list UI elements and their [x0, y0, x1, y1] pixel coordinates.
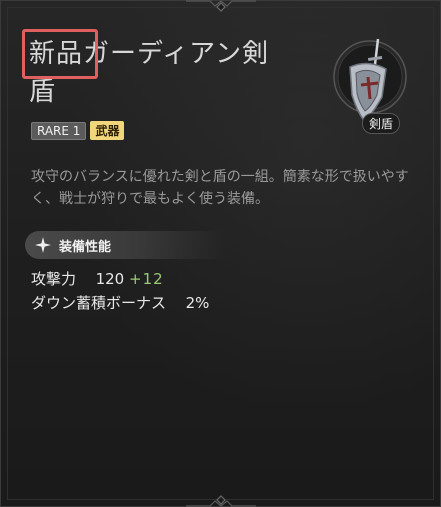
- stat-name: ダウン蓄積ボーナス: [31, 294, 167, 312]
- highlight-box: [22, 29, 98, 79]
- stat-value: 2%: [185, 294, 210, 312]
- top-ornament: [185, 0, 256, 12]
- stat-row: ダウン蓄積ボーナス 2%: [31, 291, 209, 315]
- stat-value: 120: [95, 270, 125, 288]
- section-header: 装備性能: [25, 231, 225, 259]
- stat-row: 攻撃力 120 +12: [31, 267, 209, 291]
- item-description: 攻守のバランスに優れた剣と盾の一組。簡素な形で扱いやすく、戦士が狩りで最もよく使…: [31, 169, 409, 207]
- stat-name: 攻撃力: [31, 270, 77, 288]
- sparkle-icon: [35, 237, 51, 253]
- rarity-badges: RARE 1 武器: [31, 121, 125, 140]
- section-title: 装備性能: [59, 239, 112, 255]
- stats-list: 攻撃力 120 +12 ダウン蓄積ボーナス 2%: [31, 267, 209, 315]
- weapon-type-label: 剣盾: [362, 113, 401, 134]
- item-tooltip: 新品ガーディアン剣盾 RARE 1 武器 剣盾 攻守のバランスに優れた剣と盾の一…: [0, 0, 441, 507]
- stat-bonus: +12: [129, 270, 164, 288]
- category-badge: 武器: [90, 121, 125, 140]
- rarity-badge: RARE 1: [31, 121, 87, 140]
- bottom-ornament: [185, 495, 256, 507]
